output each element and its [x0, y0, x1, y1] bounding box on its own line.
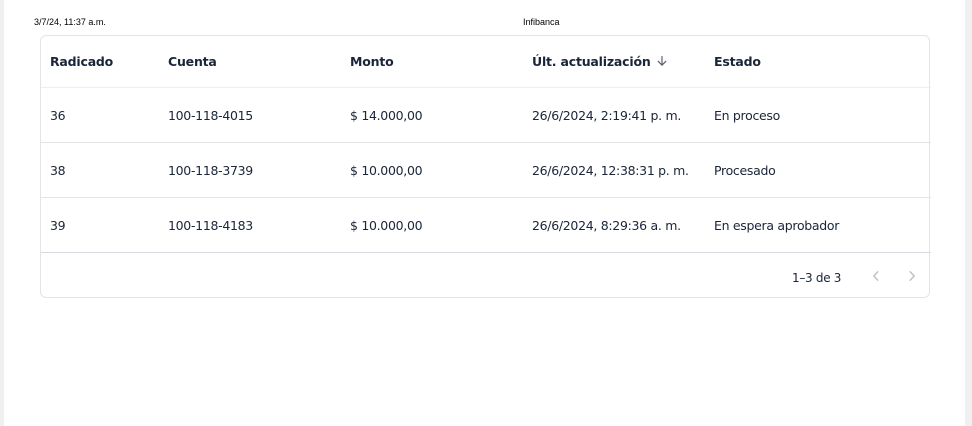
cell-cuenta: 100-118-4183 [159, 197, 341, 253]
next-page-button[interactable] [903, 267, 921, 285]
table-row[interactable]: 38 100-118-3739 $ 10.000,00 26/6/2024, 1… [41, 142, 931, 198]
table-row[interactable]: 36 100-118-4015 $ 14.000,00 26/6/2024, 2… [41, 87, 931, 143]
chevron-right-icon [909, 271, 915, 281]
table-header-row: Radicado Cuenta Monto Últ. actualización… [41, 36, 931, 88]
cell-actualizacion: 26/6/2024, 2:19:41 p. m. [523, 87, 705, 143]
print-title: Infibanca [523, 17, 560, 27]
cell-actualizacion: 26/6/2024, 8:29:36 a. m. [523, 197, 705, 253]
table-row[interactable]: 39 100-118-4183 $ 10.000,00 26/6/2024, 8… [41, 197, 931, 253]
cell-actualizacion: 26/6/2024, 12:38:31 p. m. [523, 142, 705, 198]
cell-cuenta: 100-118-4015 [159, 87, 341, 143]
pagination-info: 1–3 de 3 [792, 271, 842, 285]
column-header-monto[interactable]: Monto [341, 36, 523, 88]
previous-page-button[interactable] [867, 267, 885, 285]
pagination-footer: 1–3 de 3 [41, 252, 931, 299]
print-page: 3/7/24, 11:37 a.m. Infibanca Radicado Cu… [4, 0, 965, 426]
cell-radicado: 39 [41, 197, 159, 253]
cell-radicado: 38 [41, 142, 159, 198]
print-date: 3/7/24, 11:37 a.m. [34, 17, 106, 27]
column-header-actualizacion[interactable]: Últ. actualización [523, 36, 705, 88]
column-header-radicado[interactable]: Radicado [41, 36, 159, 88]
cell-estado: En espera aprobador [705, 197, 931, 253]
requests-table: Radicado Cuenta Monto Últ. actualización… [41, 36, 931, 253]
data-grid: Radicado Cuenta Monto Últ. actualización… [40, 35, 931, 299]
cell-monto: $ 10.000,00 [341, 142, 523, 198]
cell-estado: En proceso [705, 87, 931, 143]
column-header-estado[interactable]: Estado [705, 36, 931, 88]
column-header-cuenta[interactable]: Cuenta [159, 36, 341, 88]
arrow-down-icon[interactable] [656, 55, 668, 67]
cell-estado: Procesado [705, 142, 931, 198]
cell-monto: $ 14.000,00 [341, 87, 523, 143]
cell-cuenta: 100-118-3739 [159, 142, 341, 198]
chevron-left-icon [873, 271, 879, 281]
cell-radicado: 36 [41, 87, 159, 143]
cell-monto: $ 10.000,00 [341, 197, 523, 253]
